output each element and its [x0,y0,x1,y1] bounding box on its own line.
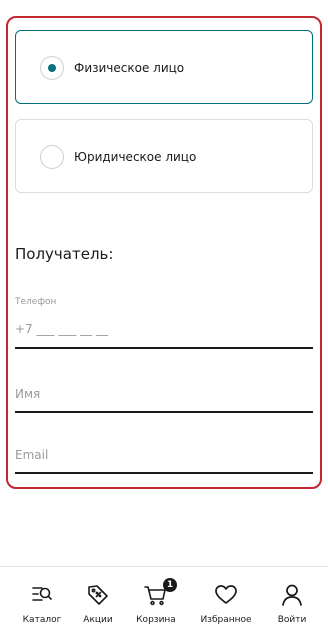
phone-underline [15,347,313,349]
catalog-icon [32,587,52,601]
bottom-tab-bar: Каталог Акции 1 Корзина Избранное Войти [0,566,328,640]
discount-tag-icon [88,585,108,605]
customer-type-legal-entity[interactable]: Юридическое лицо [15,119,313,193]
customer-type-legal-label: Юридическое лицо [74,150,197,164]
radio-button[interactable] [40,145,64,169]
tab-catalog-label: Каталог [22,615,62,625]
customer-type-individual-label: Физическое лицо [74,61,185,75]
tab-promotions[interactable]: Акции [66,567,130,640]
phone-label: Телефон [15,297,57,307]
tab-favorites[interactable]: Избранное [194,567,258,640]
radio-dot [48,64,56,72]
phone-input[interactable]: +7 ___ ___ __ __ [15,321,108,337]
name-underline [15,411,313,413]
tab-cart[interactable]: 1 Корзина [124,567,188,640]
tab-promotions-label: Акции [83,615,113,625]
email-underline [15,472,313,474]
tab-login-label: Войти [277,615,307,625]
checkout-page: Физическое лицо Юридическое лицо Получат… [0,0,328,640]
heart-icon [215,585,237,604]
name-field[interactable]: Имя [15,384,313,414]
user-icon [282,584,302,606]
tab-catalog[interactable]: Каталог [10,567,74,640]
name-input[interactable]: Имя [15,386,40,402]
cart-count-badge: 1 [163,578,177,592]
tab-login[interactable]: Войти [260,567,324,640]
email-field[interactable]: Email [15,444,313,474]
customer-type-individual[interactable]: Физическое лицо [15,30,313,104]
radio-button-selected[interactable] [40,56,64,80]
email-input[interactable]: Email [15,447,48,463]
recipient-title: Получатель: [15,245,114,263]
tab-cart-label: Корзина [136,615,176,625]
phone-field[interactable]: Телефон +7 ___ ___ __ __ [15,296,313,350]
tab-favorites-label: Избранное [200,615,252,625]
